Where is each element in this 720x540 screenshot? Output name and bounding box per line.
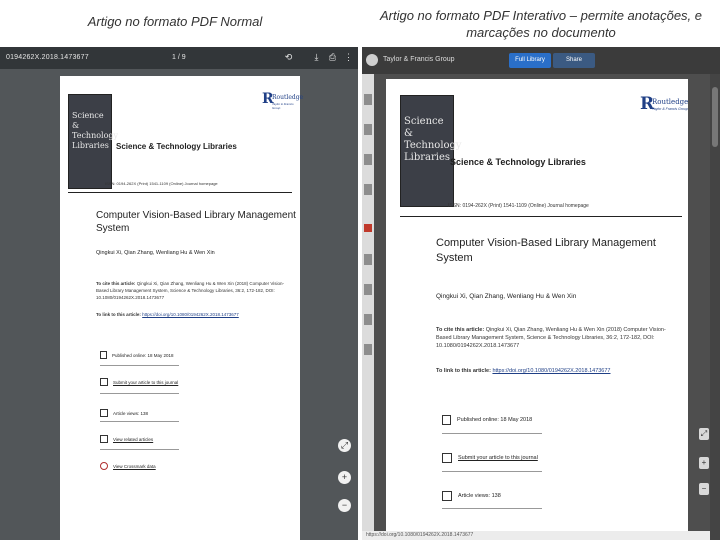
citation-label: To cite this article: — [96, 281, 137, 286]
divider — [100, 421, 179, 422]
submit-row[interactable]: Submit your article to this journal — [100, 378, 178, 386]
draw-icon[interactable] — [364, 284, 372, 295]
zoom-in-button[interactable]: + — [699, 457, 709, 469]
pdf-page: Science & Technology Libraries Science &… — [386, 79, 688, 540]
download-icon[interactable]: ⤓ — [311, 52, 322, 63]
caption-interactive-pdf: Artigo no formato PDF Interativo – permi… — [379, 8, 703, 40]
status-bar: https://doi.org/10.1080/0194262X.2018.14… — [362, 531, 710, 540]
authors: Qingkui Xi, Qian Zhang, Wenliang Hu & We… — [436, 293, 577, 300]
divider — [100, 449, 179, 450]
link-label: To link to this article: — [96, 312, 143, 317]
citation: To cite this article: Qingkui Xi, Qian Z… — [436, 326, 676, 350]
citation-label: To cite this article: — [436, 327, 486, 333]
crossmark-link[interactable]: View Crossmark data — [113, 464, 156, 469]
journal-name: Science & Technology Libraries — [116, 142, 237, 151]
submit-row[interactable]: Submit your article to this journal — [442, 453, 538, 463]
issn-line: ISSN: 0194-262X (Print) 1541-1109 (Onlin… — [448, 203, 589, 209]
publisher-logo: Routledge — [272, 94, 304, 101]
fit-page-button[interactable]: ⤢ — [338, 439, 351, 452]
zoom-in-button[interactable]: + — [338, 471, 351, 484]
views-row: Article views: 138 — [442, 491, 501, 501]
doi-link[interactable]: https://doi.org/10.1080/0194262X.2018.14… — [142, 312, 239, 317]
bar-chart-icon — [100, 409, 108, 417]
divider — [442, 433, 542, 434]
article-link: To link to this article: https://doi.org… — [436, 368, 676, 374]
share-icon[interactable] — [364, 344, 372, 355]
divider — [442, 471, 542, 472]
interactive-toolbar: Taylor & Francis Group Full Library Shar… — [362, 47, 720, 74]
publisher-sub: Taylor & Francis Group — [272, 102, 294, 110]
search-icon[interactable] — [364, 154, 372, 165]
zoom-out-button[interactable]: − — [699, 483, 709, 495]
edit-icon — [442, 453, 452, 463]
submit-link[interactable]: Submit your article to this journal — [458, 455, 538, 461]
journal-cover: Science & Technology Libraries — [68, 94, 119, 189]
pdf-page: Science & Technology Libraries Science &… — [60, 76, 304, 540]
article-title-line1: Computer Vision-Based Library Management — [436, 237, 656, 249]
bookmark-icon[interactable] — [364, 124, 372, 135]
published-row: Published online: 18 May 2018 — [100, 351, 174, 359]
divider — [100, 393, 179, 394]
note-icon[interactable] — [364, 254, 372, 265]
tandf-logo-icon — [366, 54, 378, 66]
article-title: Computer Vision-Based Library Management… — [436, 236, 676, 266]
article-title-line2: System — [436, 252, 473, 264]
pdf-viewer-normal: 0194262X.2018.1473677 1 / 9 ⟲ ⤓ ⎙ ⋮ Scie… — [0, 47, 358, 540]
publisher-sub: Taylor & Francis Group — [652, 107, 688, 111]
thumbnail-icon[interactable] — [364, 94, 372, 105]
authors: Qingkui Xi, Qian Zhang, Wenliang Hu & We… — [96, 250, 215, 256]
document-title: 0194262X.2018.1473677 — [6, 54, 89, 61]
journal-name: Science & Technology Libraries — [450, 157, 586, 167]
annotation-sidebar — [362, 74, 374, 540]
related-articles-icon — [100, 435, 108, 443]
bar-chart-icon — [442, 491, 452, 501]
related-row[interactable]: View related articles — [100, 435, 153, 443]
brand-name: Taylor & Francis Group — [383, 56, 455, 63]
fit-page-button[interactable]: ⤢ — [699, 428, 709, 440]
divider — [100, 365, 179, 366]
submit-link[interactable]: Submit your article to this journal — [113, 380, 178, 385]
caption-normal-pdf: Artigo no formato PDF Normal — [87, 14, 263, 29]
scrollbar-thumb[interactable] — [712, 87, 718, 147]
article-title-line2: System — [96, 223, 130, 234]
article-title: Computer Vision-Based Library Management… — [96, 209, 296, 235]
related-link[interactable]: View related articles — [113, 437, 153, 442]
cover-title: Science & Technology Libraries — [404, 116, 462, 163]
print-icon[interactable]: ⎙ — [327, 52, 338, 63]
edit-icon — [100, 378, 108, 386]
full-library-button[interactable]: Full Library — [509, 53, 551, 68]
pdf-viewer-interactive: Taylor & Francis Group Full Library Shar… — [362, 47, 720, 540]
published-date: Published online: 18 May 2018 — [457, 417, 533, 423]
calendar-icon — [100, 351, 107, 359]
journal-cover: Science & Technology Libraries — [400, 95, 462, 207]
views-row: Article views: 138 — [100, 409, 148, 417]
article-views: Article views: 138 — [113, 410, 149, 416]
cover-title: Science & Technology Libraries — [72, 111, 119, 150]
rotate-icon[interactable]: ⟲ — [283, 52, 294, 63]
annotation-icon[interactable] — [364, 224, 372, 232]
crossmark-icon — [100, 462, 108, 470]
article-views: Article views: 138 — [458, 493, 501, 499]
published-row: Published online: 18 May 2018 — [442, 415, 532, 425]
citation: To cite this article: Qingkui Xi, Qian Z… — [96, 280, 286, 301]
zoom-out-button[interactable]: − — [338, 499, 351, 512]
text-icon[interactable] — [364, 314, 372, 325]
doi-link[interactable]: https://doi.org/10.1080/0194262X.2018.14… — [492, 368, 610, 374]
pdf-toolbar: 0194262X.2018.1473677 1 / 9 ⟲ ⤓ ⎙ ⋮ — [0, 47, 358, 69]
more-icon[interactable]: ⋮ — [343, 52, 354, 63]
crossmark-row[interactable]: View Crossmark data — [100, 462, 156, 470]
divider — [442, 508, 542, 509]
divider — [400, 216, 682, 217]
highlight-icon[interactable] — [364, 184, 372, 195]
page-indicator: 1 / 9 — [172, 54, 186, 61]
article-link: To link to this article: https://doi.org… — [96, 312, 286, 317]
divider — [68, 192, 292, 193]
article-title-line1: Computer Vision-Based Library Management — [96, 210, 296, 221]
link-label: To link to this article: — [436, 368, 493, 374]
calendar-icon — [442, 415, 451, 425]
issn-line: ISSN: 0194-262X (Print) 1541-1109 (Onlin… — [105, 181, 218, 186]
published-date: Published online: 18 May 2018 — [112, 352, 174, 358]
publisher-logo: Routledge — [652, 98, 689, 106]
share-button[interactable]: Share — [553, 53, 595, 68]
